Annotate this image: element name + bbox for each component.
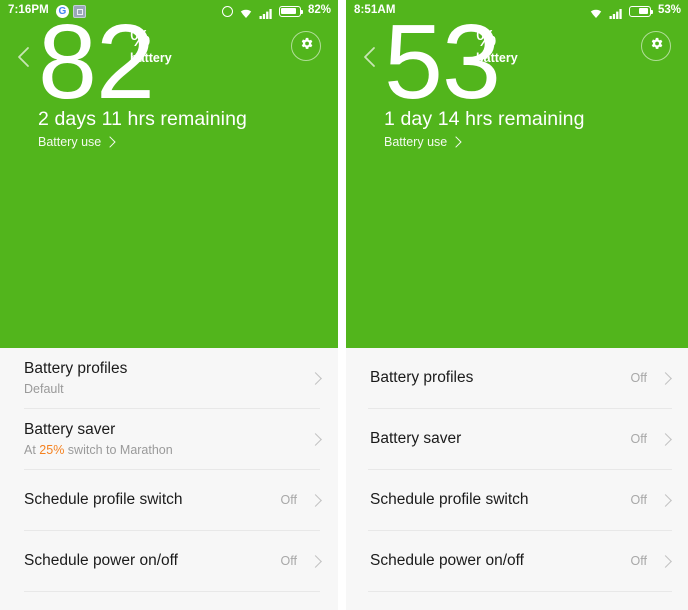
wifi-icon bbox=[589, 6, 603, 19]
list-item-title: Battery profiles bbox=[24, 360, 128, 378]
list-item-title: Schedule profile switch bbox=[370, 491, 529, 509]
percent-symbol: % bbox=[476, 25, 497, 51]
list-item-battery-profiles[interactable]: Battery profiles Default bbox=[0, 348, 338, 408]
battery-use-label: Battery use bbox=[38, 135, 102, 149]
back-arrow-icon[interactable] bbox=[12, 44, 36, 70]
list-item-subtitle: Default bbox=[24, 382, 311, 397]
settings-button[interactable] bbox=[641, 31, 671, 61]
settings-list-left: Battery profiles Default Battery saver A… bbox=[0, 348, 338, 610]
list-item-value: Off bbox=[630, 371, 647, 385]
battery-use-link[interactable]: Battery use bbox=[38, 135, 116, 149]
battery-percent-caption-block: % battery bbox=[130, 26, 172, 65]
screen-separator bbox=[338, 0, 346, 610]
battery-caption: battery bbox=[130, 51, 172, 66]
time-remaining-label: 2 days 11 hrs remaining bbox=[38, 108, 247, 130]
battery-icon bbox=[278, 5, 304, 17]
battery-percent-label: 82% bbox=[307, 4, 331, 17]
list-item-texts: Battery profiles Default bbox=[24, 359, 311, 396]
gear-icon bbox=[299, 36, 314, 56]
list-item-value: Off bbox=[630, 432, 647, 446]
list-item-schedule-profile-switch[interactable]: Schedule profile switch Off bbox=[0, 470, 338, 530]
subtitle-lead: At bbox=[24, 442, 40, 457]
list-item-title: Battery saver bbox=[24, 421, 116, 439]
chevron-right-icon bbox=[309, 432, 322, 446]
settings-button[interactable] bbox=[291, 31, 321, 61]
gear-icon bbox=[649, 36, 664, 56]
dual-screenshot-container: 7:16PM G 82% 82 % battery 2 days 11 hrs … bbox=[0, 0, 688, 610]
chevron-right-icon bbox=[659, 432, 672, 446]
list-item-texts: Schedule profile switch bbox=[370, 490, 631, 509]
list-item-title: Schedule power on/off bbox=[370, 552, 524, 570]
battery-percent-caption-block: % battery bbox=[476, 26, 518, 65]
wifi-icon bbox=[239, 6, 253, 19]
time-remaining-label: 1 day 14 hrs remaining bbox=[384, 108, 585, 130]
battery-caption: battery bbox=[476, 51, 518, 66]
list-item-texts: Battery saver At 25% switch to Marathon bbox=[24, 420, 311, 457]
list-item-texts: Battery profiles bbox=[370, 368, 631, 387]
list-item-title: Schedule profile switch bbox=[24, 491, 183, 509]
screen-right: 8:51AM 53% 53 % battery 1 day 14 hrs rem… bbox=[346, 0, 688, 610]
status-system-icons: 53% bbox=[589, 4, 681, 19]
chevron-right-icon bbox=[659, 554, 672, 568]
list-item-texts: Battery saver bbox=[370, 429, 631, 448]
list-item-schedule-power-on-off[interactable]: Schedule power on/off Off bbox=[0, 531, 338, 591]
subtitle-lead: Default bbox=[24, 381, 64, 396]
list-item-title: Battery profiles bbox=[370, 369, 474, 387]
list-item-title: Battery saver bbox=[370, 430, 462, 448]
chevron-right-icon bbox=[450, 136, 462, 148]
battery-icon bbox=[628, 5, 654, 17]
chevron-right-icon bbox=[104, 136, 116, 148]
chevron-right-icon bbox=[309, 493, 322, 507]
battery-use-label: Battery use bbox=[384, 135, 448, 149]
chevron-right-icon bbox=[659, 371, 672, 385]
list-item-subtitle: At 25% switch to Marathon bbox=[24, 443, 311, 458]
list-item-value: Off bbox=[280, 554, 297, 568]
status-system-icons: 82% bbox=[221, 4, 331, 19]
screen-left: 7:16PM G 82% 82 % battery 2 days 11 hrs … bbox=[0, 0, 338, 610]
list-item-title: Schedule power on/off bbox=[24, 552, 178, 570]
subtitle-threshold: 25% bbox=[39, 442, 65, 457]
list-item-texts: Schedule power on/off bbox=[24, 551, 281, 570]
list-item-battery-saver[interactable]: Battery saver Off bbox=[346, 409, 688, 469]
chevron-right-icon bbox=[309, 371, 322, 385]
list-divider bbox=[24, 591, 320, 592]
list-item-texts: Schedule power on/off bbox=[370, 551, 631, 570]
back-arrow-icon[interactable] bbox=[358, 44, 382, 70]
alarm-icon bbox=[221, 5, 233, 17]
list-divider bbox=[368, 591, 672, 592]
chevron-right-icon bbox=[309, 554, 322, 568]
list-item-value: Off bbox=[630, 554, 647, 568]
list-item-value: Off bbox=[280, 493, 297, 507]
signal-icon bbox=[609, 6, 623, 19]
battery-hero-left: 82 % battery 2 days 11 hrs remaining Bat… bbox=[0, 9, 338, 348]
list-item-schedule-power-on-off[interactable]: Schedule power on/off Off bbox=[346, 531, 688, 591]
list-item-battery-profiles[interactable]: Battery profiles Off bbox=[346, 348, 688, 408]
subtitle-tail: switch to Marathon bbox=[64, 442, 173, 457]
battery-use-link[interactable]: Battery use bbox=[384, 135, 462, 149]
list-item-value: Off bbox=[630, 493, 647, 507]
battery-percent-label: 53% bbox=[657, 4, 681, 17]
percent-symbol: % bbox=[130, 25, 151, 51]
chevron-right-icon bbox=[659, 493, 672, 507]
list-item-texts: Schedule profile switch bbox=[24, 490, 281, 509]
list-item-schedule-profile-switch[interactable]: Schedule profile switch Off bbox=[346, 470, 688, 530]
settings-list-right: Battery profiles Off Battery saver Off S… bbox=[346, 348, 688, 610]
signal-icon bbox=[259, 6, 273, 19]
list-item-battery-saver[interactable]: Battery saver At 25% switch to Marathon bbox=[0, 409, 338, 469]
battery-hero-right: 53 % battery 1 day 14 hrs remaining Batt… bbox=[346, 9, 688, 348]
